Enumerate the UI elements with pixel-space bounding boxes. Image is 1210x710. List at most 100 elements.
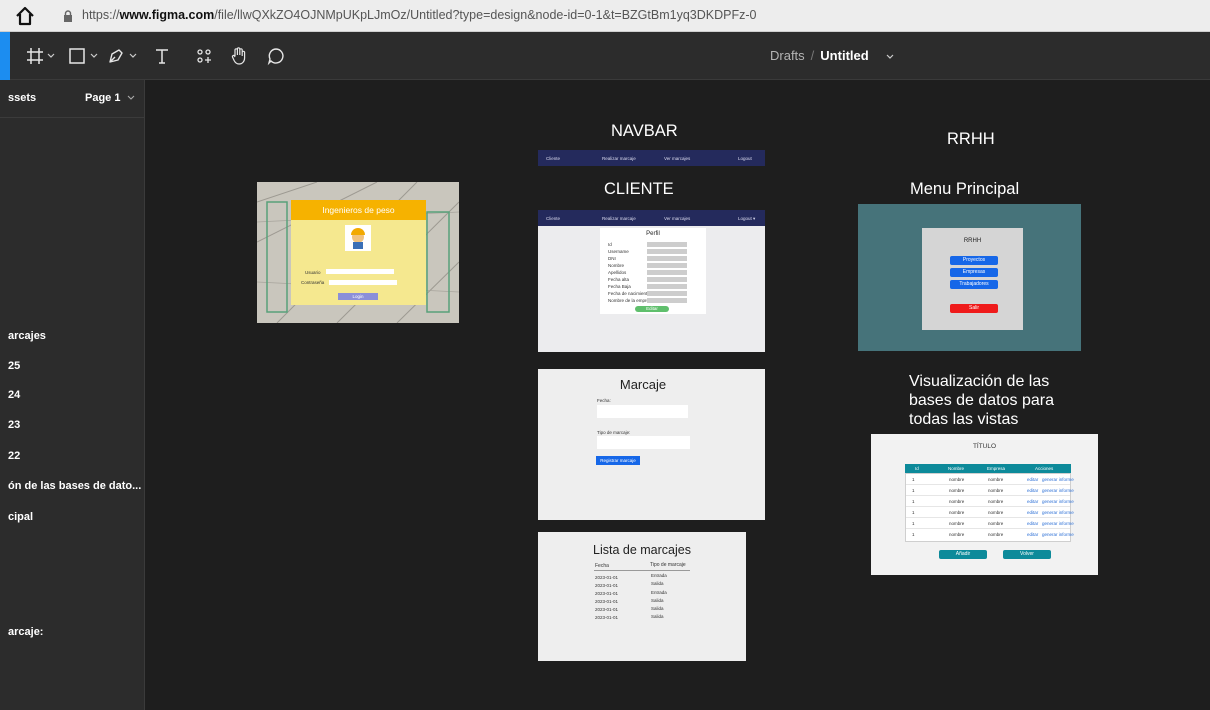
cell-informe-link[interactable]: generar informe [1042,499,1074,504]
cell-editar-link[interactable]: editar [1027,510,1038,515]
visualizacion-frame[interactable]: TÍTULO Id Nombre Empresa Acciones 1 nomb… [871,434,1098,575]
username-label: Usuario [305,270,321,275]
field-value[interactable] [647,256,687,261]
field-value[interactable] [647,298,687,303]
nav-item-cliente[interactable]: Cliente [546,216,560,221]
table-row[interactable]: 1 nombre nombre editar generar informe [906,507,1074,518]
cell-nombre: nombre [949,521,965,526]
cell-informe-link[interactable]: generar informe [1042,532,1074,537]
tipo-marcaje-input[interactable] [597,436,690,449]
volver-button[interactable]: Volver [1003,550,1051,559]
frame-icon [27,48,43,64]
field-label: DNI [608,256,616,261]
cell-informe-link[interactable]: generar informe [1042,477,1074,482]
table-row[interactable]: 1 nombre nombre editar generar informe [906,518,1074,529]
nav-item-ver[interactable]: Ver marcajes [664,156,690,161]
field-value[interactable] [647,277,687,282]
cell-informe-link[interactable]: generar informe [1042,488,1074,493]
page-selector[interactable]: Page 1 [85,92,135,104]
cell-informe-link[interactable]: generar informe [1042,521,1074,526]
cell-nombre: nombre [949,499,965,504]
lista-cell-fecha: 2023-01-01 [595,599,619,604]
cell-editar-link[interactable]: editar [1027,488,1038,493]
frame-tool-button[interactable] [26,46,44,66]
pen-tool-button[interactable] [107,46,125,66]
password-input[interactable] [329,280,397,285]
table-row[interactable]: 1 nombre nombre editar generar informe [906,485,1074,496]
cell-empresa: nombre [988,488,1004,493]
nav-item-logout[interactable]: Logout [738,156,752,161]
layer-item[interactable]: cipal [8,511,33,523]
field-value[interactable] [647,242,687,247]
nav-item-cliente[interactable]: Cliente [546,156,560,161]
lista-cell-tipo: Entrada [651,590,667,595]
home-icon[interactable] [14,5,36,27]
trabajadores-button[interactable]: Trabajadores [950,280,998,289]
field-value[interactable] [647,291,687,296]
layer-item[interactable]: arcajes [8,330,46,342]
cell-id: 1 [912,477,915,482]
lista-cell-tipo: Entrada [651,573,667,578]
layer-item[interactable]: 23 [8,419,20,431]
cell-editar-link[interactable]: editar [1027,499,1038,504]
url-text[interactable]: https://www.figma.com/file/llwQXkZO4OJNM… [82,8,756,22]
salir-button[interactable]: Salir [950,304,998,313]
marcaje-frame[interactable]: Marcaje Fecha: Tipo de marcaje: Registra… [538,369,765,520]
rrhh-frame[interactable]: RRHH Proyectos Empresas Trabajadores Sal… [858,204,1081,351]
text-tool-button[interactable] [154,46,170,66]
layer-item[interactable]: 24 [8,389,20,401]
chevron-down-icon[interactable] [129,53,137,59]
login-button[interactable]: Login [338,293,378,300]
perfil-title: Perfil [646,231,660,237]
lista-marcajes-frame[interactable]: Lista de marcajes Fecha Tipo de marcaje … [538,532,746,661]
field-label: Fecha Baja [608,284,631,289]
field-value[interactable] [647,284,687,289]
hand-icon [231,47,246,65]
layer-item[interactable]: arcaje: [8,626,43,638]
assets-tab[interactable]: ssets [8,92,36,104]
file-menu-chevron-icon[interactable] [886,54,894,60]
field-value[interactable] [647,263,687,268]
shape-tool-button[interactable] [68,46,86,66]
chevron-down-icon[interactable] [47,53,55,59]
layer-item[interactable]: 25 [8,360,20,372]
design-canvas[interactable]: Ingenieros de peso Usuario Contraseña Lo… [145,80,1210,710]
login-frame[interactable]: Ingenieros de peso Usuario Contraseña Lo… [257,182,459,323]
table-row[interactable]: 1 nombre nombre editar generar informe [906,474,1074,485]
chevron-down-icon[interactable] [90,53,98,59]
layer-item[interactable]: 22 [8,450,20,462]
visualizacion-label-line-2: bases de datos para [909,392,1054,409]
tipo-marcaje-label: Tipo de marcaje: [597,430,631,435]
resources-tool-button[interactable] [196,46,212,66]
anadir-button[interactable]: Añadir [939,550,987,559]
cell-editar-link[interactable]: editar [1027,532,1038,537]
table-row[interactable]: 1 nombre nombre editar generar informe [906,496,1074,507]
cell-nombre: nombre [949,532,965,537]
field-label: Fecha alta [608,277,630,282]
cliente-frame[interactable]: Cliente Realizar marcaje Ver marcajes Lo… [538,210,765,352]
hand-tool-button[interactable] [230,46,248,66]
cell-editar-link[interactable]: editar [1027,521,1038,526]
table-row[interactable]: 1 nombre nombre editar generar informe [906,529,1074,541]
navbar-frame[interactable]: Cliente Realizar marcaje Ver marcajes Lo… [538,150,765,166]
empresas-button[interactable]: Empresas [950,268,998,277]
layer-item[interactable]: ón de las bases de dato... [8,480,141,492]
nav-item-logout[interactable]: Logout ▾ [738,216,755,222]
fecha-input[interactable] [597,405,688,418]
editar-button[interactable]: Editar [635,306,669,312]
nav-item-ver[interactable]: Ver marcajes [664,216,690,221]
field-value[interactable] [647,270,687,275]
comment-tool-button[interactable] [267,46,285,66]
nav-item-realizar[interactable]: Realizar marcaje [602,216,636,221]
breadcrumb-drafts[interactable]: Drafts [770,48,805,63]
cell-informe-link[interactable]: generar informe [1042,510,1074,515]
field-value[interactable] [647,249,687,254]
resources-icon [197,49,211,63]
field-label: Id [608,242,612,247]
cell-editar-link[interactable]: editar [1027,477,1038,482]
username-input[interactable] [326,269,394,274]
nav-item-realizar[interactable]: Realizar marcaje [602,156,636,161]
file-name[interactable]: Untitled [820,48,868,63]
proyectos-button[interactable]: Proyectos [950,256,998,265]
registrar-marcaje-button[interactable]: Registrar marcaje [596,456,640,465]
